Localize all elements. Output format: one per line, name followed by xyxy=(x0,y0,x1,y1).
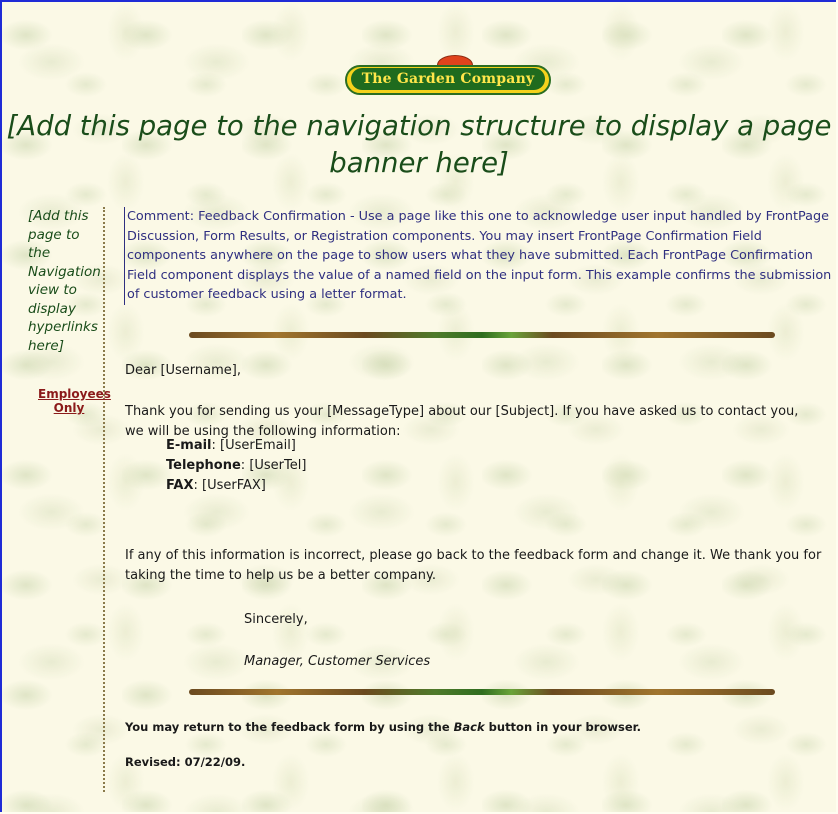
email-label: E-mail xyxy=(166,438,212,453)
email-line: E-mail: [UserEmail] xyxy=(166,438,296,453)
navigation-placeholder: [Add this page to the Navigation view to… xyxy=(28,208,101,354)
logo-text: The Garden Company xyxy=(351,68,545,90)
return-note-post: button in your browser. xyxy=(484,720,642,734)
return-note-pre: You may return to the feedback form by u… xyxy=(125,720,454,734)
signature: Manager, Customer Services xyxy=(244,654,431,669)
email-value: [UserEmail] xyxy=(220,438,296,453)
page-banner: [Add this page to the navigation structu… xyxy=(6,110,832,179)
greeting: Dear [Username], xyxy=(125,363,241,378)
fax-line: FAX: [UserFAX] xyxy=(166,478,266,493)
telephone-label: Telephone xyxy=(166,458,241,473)
fax-value: [UserFAX] xyxy=(202,478,266,493)
back-button-reference: Back xyxy=(453,720,485,734)
comment-text: Comment: Feedback Confirmation - Use a p… xyxy=(124,207,836,305)
closing: Sincerely, xyxy=(244,612,308,627)
outro-paragraph: If any of this information is incorrect,… xyxy=(125,548,822,583)
revised-date: Revised: 07/22/09. xyxy=(125,755,246,769)
page-frame: The Garden Company [Add this page to the… xyxy=(0,0,836,812)
return-note: You may return to the feedback form by u… xyxy=(125,720,641,734)
main-content: Comment: Feedback Confirmation - Use a p… xyxy=(124,207,836,769)
telephone-line: Telephone: [UserTel] xyxy=(166,458,307,473)
sidebar: [Add this page to the Navigation view to… xyxy=(2,207,111,792)
telephone-value: [UserTel] xyxy=(249,458,307,473)
employees-only-link[interactable]: Employees Only xyxy=(38,387,111,415)
company-logo: The Garden Company xyxy=(345,55,553,95)
divider-bottom xyxy=(189,689,775,695)
fax-label: FAX xyxy=(166,478,194,493)
divider-top xyxy=(189,332,775,338)
